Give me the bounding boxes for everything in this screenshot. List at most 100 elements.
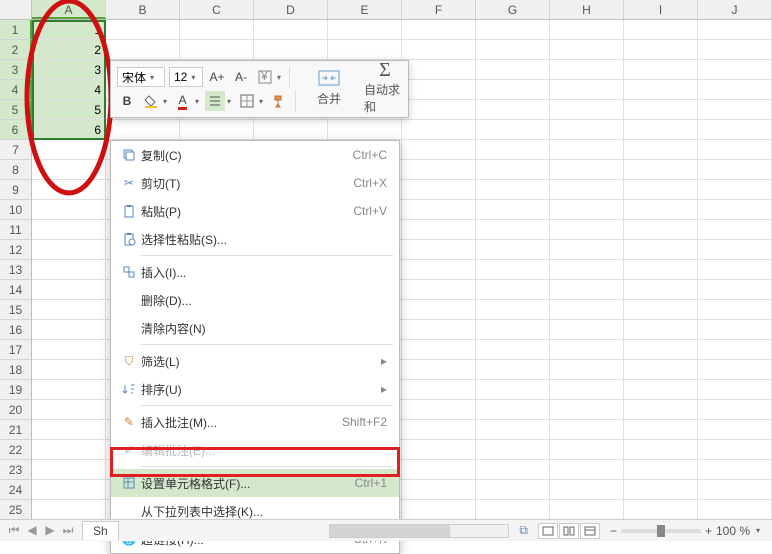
- cell-I11[interactable]: [624, 220, 698, 240]
- cell-G3[interactable]: [476, 60, 550, 80]
- cell-F19[interactable]: [402, 380, 476, 400]
- cell-F1[interactable]: [402, 20, 476, 40]
- cell-G21[interactable]: [476, 420, 550, 440]
- cell-H16[interactable]: [550, 320, 624, 340]
- cell-F14[interactable]: [402, 280, 476, 300]
- row-header-23[interactable]: 23: [0, 460, 32, 480]
- row-header-12[interactable]: 12: [0, 240, 32, 260]
- cell-J14[interactable]: [698, 280, 772, 300]
- font-color-button[interactable]: A: [173, 91, 193, 111]
- cell-I17[interactable]: [624, 340, 698, 360]
- cell-J10[interactable]: [698, 200, 772, 220]
- cell-A2[interactable]: 2: [32, 40, 106, 60]
- cell-I2[interactable]: [624, 40, 698, 60]
- cell-A18[interactable]: [32, 360, 106, 380]
- sheet-tab[interactable]: Sh: [82, 521, 119, 540]
- tab-prev-button[interactable]: ◀: [24, 523, 40, 538]
- cell-D1[interactable]: [254, 20, 328, 40]
- cell-G22[interactable]: [476, 440, 550, 460]
- cell-F9[interactable]: [402, 180, 476, 200]
- cell-H10[interactable]: [550, 200, 624, 220]
- cell-H5[interactable]: [550, 100, 624, 120]
- row-header-20[interactable]: 20: [0, 400, 32, 420]
- cell-A5[interactable]: 5: [32, 100, 106, 120]
- cell-J19[interactable]: [698, 380, 772, 400]
- cell-H15[interactable]: [550, 300, 624, 320]
- row-header-14[interactable]: 14: [0, 280, 32, 300]
- cell-G6[interactable]: [476, 120, 550, 140]
- cell-A25[interactable]: [32, 500, 106, 519]
- col-header-E[interactable]: E: [328, 0, 402, 19]
- cell-F18[interactable]: [402, 360, 476, 380]
- view-layout-button[interactable]: [580, 523, 600, 539]
- row-header-25[interactable]: 25: [0, 500, 32, 519]
- col-header-D[interactable]: D: [254, 0, 328, 19]
- cell-F21[interactable]: [402, 420, 476, 440]
- row-header-13[interactable]: 13: [0, 260, 32, 280]
- col-header-J[interactable]: J: [698, 0, 772, 19]
- cell-D2[interactable]: [254, 40, 328, 60]
- cell-I12[interactable]: [624, 240, 698, 260]
- cell-A11[interactable]: [32, 220, 106, 240]
- menu-cut[interactable]: ✂ 剪切(T) Ctrl+X: [111, 169, 399, 197]
- autosum-button[interactable]: Σ 自动求和: [364, 64, 406, 110]
- cell-H21[interactable]: [550, 420, 624, 440]
- cell-A13[interactable]: [32, 260, 106, 280]
- cell-B6[interactable]: [106, 120, 180, 140]
- merge-button[interactable]: 合并: [308, 64, 350, 110]
- border-button[interactable]: [237, 91, 257, 111]
- cell-F23[interactable]: [402, 460, 476, 480]
- zoom-in-button[interactable]: +: [705, 524, 712, 538]
- row-header-15[interactable]: 15: [0, 300, 32, 320]
- cell-H23[interactable]: [550, 460, 624, 480]
- bold-button[interactable]: B: [117, 91, 137, 111]
- cell-F7[interactable]: [402, 140, 476, 160]
- cell-H24[interactable]: [550, 480, 624, 500]
- cell-J24[interactable]: [698, 480, 772, 500]
- cell-G14[interactable]: [476, 280, 550, 300]
- col-header-H[interactable]: H: [550, 0, 624, 19]
- cell-I21[interactable]: [624, 420, 698, 440]
- menu-insert[interactable]: 插入(I)...: [111, 258, 399, 286]
- cell-G9[interactable]: [476, 180, 550, 200]
- cell-A12[interactable]: [32, 240, 106, 260]
- zoom-level[interactable]: 100 %: [716, 524, 750, 538]
- cell-I4[interactable]: [624, 80, 698, 100]
- cell-I13[interactable]: [624, 260, 698, 280]
- cell-A22[interactable]: [32, 440, 106, 460]
- cell-J25[interactable]: [698, 500, 772, 519]
- cell-J6[interactable]: [698, 120, 772, 140]
- cell-F6[interactable]: [402, 120, 476, 140]
- cell-A4[interactable]: 4: [32, 80, 106, 100]
- tab-first-button[interactable]: ⏮: [6, 523, 22, 538]
- cell-G17[interactable]: [476, 340, 550, 360]
- row-header-21[interactable]: 21: [0, 420, 32, 440]
- select-all-corner[interactable]: [0, 0, 32, 19]
- cell-G1[interactable]: [476, 20, 550, 40]
- cell-H7[interactable]: [550, 140, 624, 160]
- view-normal-button[interactable]: [538, 523, 558, 539]
- cell-A9[interactable]: [32, 180, 106, 200]
- cell-A1[interactable]: 1: [32, 20, 106, 40]
- cell-H9[interactable]: [550, 180, 624, 200]
- cell-B2[interactable]: [106, 40, 180, 60]
- cell-A15[interactable]: [32, 300, 106, 320]
- row-header-24[interactable]: 24: [0, 480, 32, 500]
- cell-F15[interactable]: [402, 300, 476, 320]
- zoom-drop[interactable]: ▾: [754, 526, 762, 535]
- tab-next-button[interactable]: ▶: [42, 523, 58, 538]
- cell-C1[interactable]: [180, 20, 254, 40]
- cell-F16[interactable]: [402, 320, 476, 340]
- cell-H20[interactable]: [550, 400, 624, 420]
- zoom-slider[interactable]: [621, 529, 701, 533]
- cell-G11[interactable]: [476, 220, 550, 240]
- border-drop[interactable]: ▾: [257, 97, 265, 106]
- cell-I10[interactable]: [624, 200, 698, 220]
- cell-F3[interactable]: [402, 60, 476, 80]
- cell-G15[interactable]: [476, 300, 550, 320]
- cell-J12[interactable]: [698, 240, 772, 260]
- cell-J15[interactable]: [698, 300, 772, 320]
- cell-J21[interactable]: [698, 420, 772, 440]
- cell-I23[interactable]: [624, 460, 698, 480]
- cell-H14[interactable]: [550, 280, 624, 300]
